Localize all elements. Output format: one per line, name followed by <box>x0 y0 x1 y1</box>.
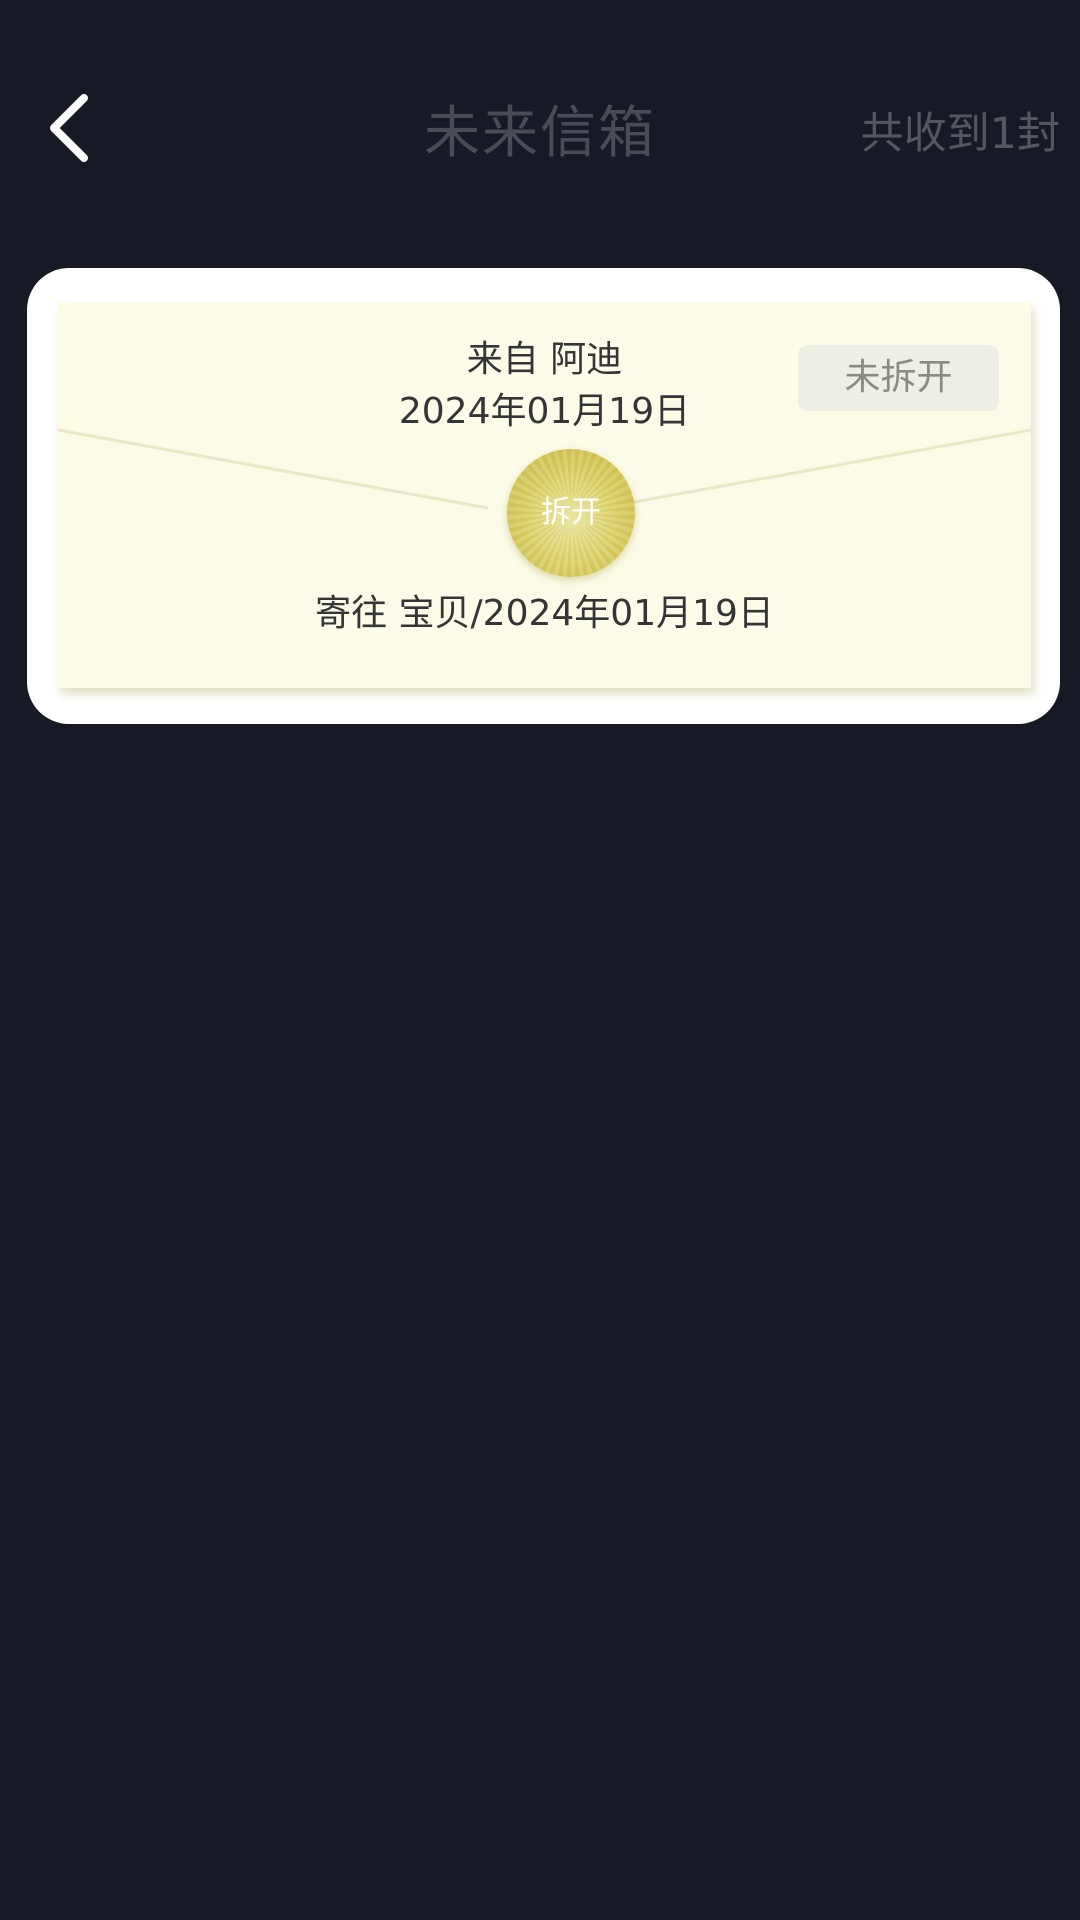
page-title: 未来信箱 <box>424 101 656 166</box>
letter-recipient: 寄往 宝贝/2024年01月19日 <box>315 593 774 634</box>
open-letter-button[interactable]: 拆开 <box>507 449 635 577</box>
envelope: 来自 阿迪 2024年01月19日 未拆开 拆开 寄往 宝贝/2024年01月1… <box>58 302 1031 688</box>
app-header: 未来信箱 共收到1封 <box>0 0 1080 270</box>
received-count: 共收到1封 <box>860 109 1060 159</box>
back-button[interactable] <box>36 88 106 168</box>
open-letter-label: 拆开 <box>541 495 601 530</box>
letter-card[interactable]: 来自 阿迪 2024年01月19日 未拆开 拆开 寄往 宝贝/2024年01月1… <box>27 268 1060 724</box>
status-badge: 未拆开 <box>798 345 999 411</box>
chevron-left-icon <box>50 94 88 162</box>
